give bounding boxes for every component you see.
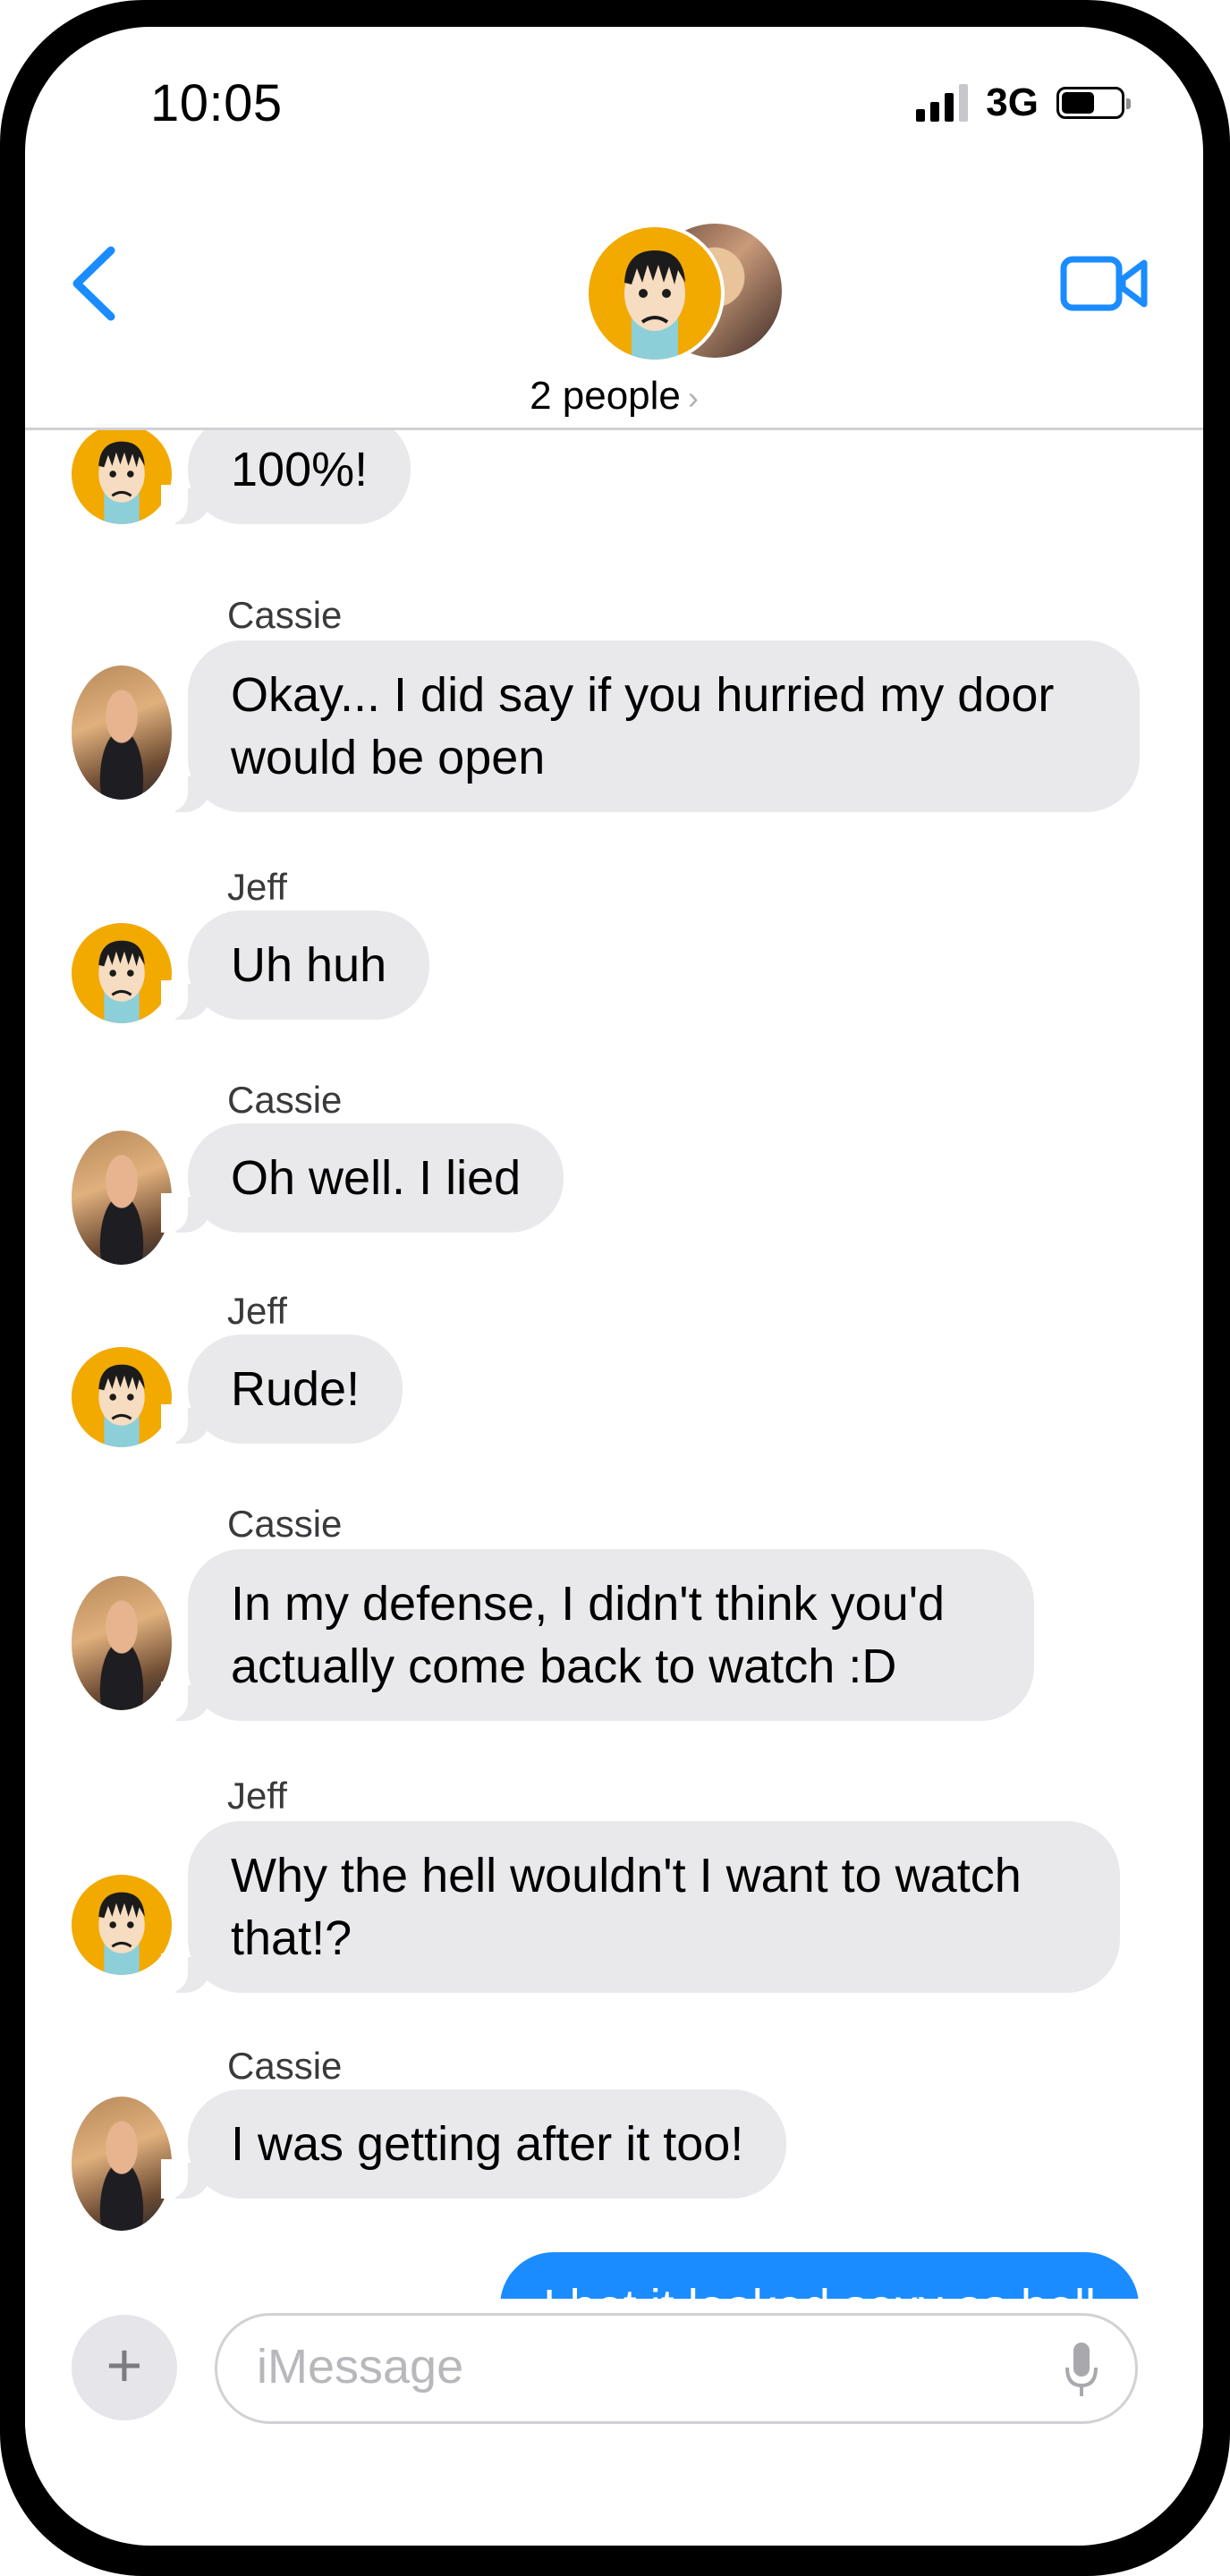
sender-name: Cassie (227, 594, 343, 636)
imessage-input[interactable]: iMessage (215, 2313, 1138, 2424)
avatar-cassie (72, 1576, 172, 1710)
avatar-cassie (72, 665, 172, 800)
message-thread[interactable]: 100%! Cassie Okay... I did say if you hu… (25, 428, 1203, 2315)
message-bubble[interactable]: Uh huh (160, 911, 430, 1020)
message-bubble[interactable]: Why the hell wouldn't I want to watch th… (161, 1821, 1120, 1993)
avatar-jeff (72, 1875, 172, 1975)
chevron-right-icon: › (687, 379, 699, 416)
screen: 10:05 3G 2 people › 100%! Cassie Okay...… (25, 27, 1203, 2546)
sender-name: Cassie (227, 1503, 343, 1545)
avatar-jeff (585, 224, 725, 363)
sender-name: Jeff (227, 866, 287, 908)
avatar-jeff (72, 428, 172, 524)
input-placeholder: iMessage (257, 2340, 464, 2394)
microphone-icon[interactable] (1064, 2341, 1099, 2400)
sender-name: Jeff (227, 1775, 287, 1817)
avatar-cassie (72, 2097, 172, 2231)
avatar-jeff (72, 923, 172, 1023)
battery-icon (1056, 87, 1131, 119)
group-name-button[interactable]: 2 people › (25, 374, 1203, 419)
back-chevron-icon[interactable] (64, 243, 127, 324)
message-bubble[interactable]: Okay... I did say if you hurried my door… (161, 640, 1140, 812)
sender-name: Cassie (227, 2045, 343, 2087)
group-avatar[interactable] (585, 224, 782, 367)
status-time: 10:05 (150, 74, 283, 132)
message-bubble[interactable]: Oh well. I lied (160, 1123, 564, 1233)
avatar-cassie (72, 1131, 172, 1265)
status-indicators: 3G (916, 80, 1131, 125)
message-composer: + iMessage (25, 2299, 1203, 2478)
group-name: 2 people (530, 374, 681, 418)
video-camera-icon[interactable] (1060, 252, 1149, 315)
message-bubble[interactable]: Rude! (160, 1335, 403, 1444)
message-bubble[interactable]: In my defense, I didn't think you'd actu… (161, 1549, 1034, 1721)
conversation-header: 2 people › (25, 161, 1203, 430)
sender-name: Jeff (227, 1290, 287, 1332)
avatar-jeff (72, 1347, 172, 1447)
message-bubble[interactable]: 100%! (160, 428, 411, 524)
plus-icon[interactable]: + (72, 2315, 177, 2420)
message-bubble[interactable]: I was getting after it too! (160, 2089, 787, 2199)
sender-name: Cassie (227, 1079, 343, 1121)
network-type: 3G (986, 80, 1039, 124)
phone-frame: 10:05 3G 2 people › 100%! Cassie Okay...… (0, 0, 1230, 2576)
signal-icon (916, 84, 969, 122)
